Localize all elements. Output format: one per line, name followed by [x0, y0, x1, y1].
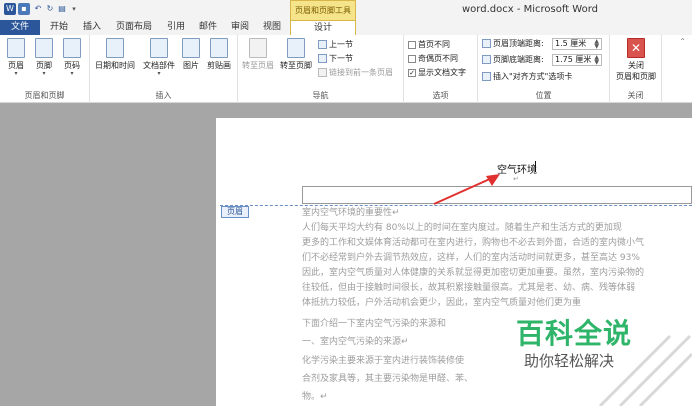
checkmark-icon: ✓ — [408, 68, 416, 77]
tab-file[interactable]: 文件 — [0, 20, 40, 35]
picture-icon — [182, 38, 200, 58]
tab-references[interactable]: 引用 — [162, 20, 190, 35]
undo-icon[interactable]: ↶ — [32, 3, 44, 15]
checkbox-icon — [408, 40, 416, 49]
insert-alignment-tab-button[interactable]: 插入"对齐方式"选项卡 — [482, 71, 572, 83]
page-number-button[interactable]: 页码 ▾ — [60, 38, 84, 77]
footer-distance-input[interactable]: 1.75 厘米 ▲ ▼ — [552, 54, 602, 66]
text-cursor — [535, 161, 536, 172]
footer-distance-icon — [482, 55, 491, 64]
group-label: 导航 — [312, 91, 329, 100]
goto-header-button[interactable]: 转至页眉 — [240, 38, 276, 71]
title-bar: W ▪ ↶ ↻ ▤ ▾ 页眉和页脚工具 word.docx - Microsof… — [0, 0, 692, 20]
body-line: 往较低，但由于接触时间很长，故其积累接触量很高。尤其是老、幼、病、残等体弱 — [302, 283, 636, 293]
link-to-previous-button[interactable]: 链接到前一条页眉 — [318, 67, 393, 79]
group-label: 关闭 — [627, 91, 644, 100]
body-line: 人们每天平均大约有 80%以上的时间在室内度过。随着生产和生活方式的更加现 — [302, 223, 622, 233]
group-position: 页眉顶端距离: 1.5 厘米 ▲ ▼ 页脚底端距离: 1.75 厘米 ▲ ▼ 插入"对齐… — [478, 35, 610, 103]
close-header-footer-button[interactable]: ✕ 关闭 页眉和页脚 — [612, 38, 660, 82]
goto-footer-icon — [287, 38, 305, 58]
group-options: 首页不同 奇偶页不同 ✓ 显示文档文字 选项 — [404, 35, 478, 103]
body-line: 更多的工作和文娱体育活动都可在室内进行，购物也不必去到外面，合适的室内微小气 — [302, 238, 645, 248]
context-tool-title: 页眉和页脚工具 — [290, 0, 356, 20]
redo-icon[interactable]: ↻ — [44, 3, 56, 15]
tab-review[interactable]: 审阅 — [226, 20, 254, 35]
collapse-ribbon-icon[interactable]: ⌃ — [679, 37, 686, 46]
tab-page-layout[interactable]: 页面布局 — [110, 20, 158, 35]
next-icon — [318, 54, 327, 63]
group-header-footer: 页眉 ▾ 页脚 ▾ 页码 ▾ 页眉和页脚 — [0, 35, 90, 103]
checkbox-icon — [408, 54, 416, 63]
spinner-icon[interactable]: ▲ ▼ — [594, 39, 599, 50]
quick-parts-button[interactable]: 文档部件 ▾ — [140, 38, 178, 77]
previous-section-button[interactable]: 上一节 — [318, 39, 353, 51]
clip-art-button[interactable]: 剪贴画 — [204, 38, 234, 71]
tab-mailings[interactable]: 邮件 — [194, 20, 222, 35]
show-document-text-checkbox[interactable]: ✓ 显示文档文字 — [408, 67, 466, 79]
different-odd-even-checkbox[interactable]: 奇偶页不同 — [408, 53, 458, 65]
footer-button[interactable]: 页脚 ▾ — [32, 38, 56, 77]
header-distance-label: 页眉顶端距离: — [482, 38, 544, 50]
group-label: 页眉和页脚 — [24, 91, 65, 100]
word-logo-icon: W — [4, 3, 16, 15]
alignment-tab-icon — [482, 72, 491, 81]
document-title: word.docx - Microsoft Word — [462, 4, 598, 15]
print-preview-icon[interactable]: ▤ — [56, 3, 68, 15]
watermark-title: 百科全说 — [516, 317, 633, 350]
header-icon — [7, 38, 25, 58]
header-distance-input[interactable]: 1.5 厘米 ▲ ▼ — [552, 38, 602, 50]
different-first-page-checkbox[interactable]: 首页不同 — [408, 39, 450, 51]
group-navigation: 转至页眉 转至页脚 上一节 下一节 链接到前一条页眉 导航 — [238, 35, 404, 103]
paragraph-mark: ↵ — [513, 175, 519, 183]
group-label: 位置 — [535, 91, 552, 100]
group-label: 选项 — [432, 91, 449, 100]
footer-distance-label: 页脚底端距离: — [482, 54, 544, 66]
next-section-button[interactable]: 下一节 — [318, 53, 353, 65]
tab-design[interactable]: 设计 — [290, 20, 356, 35]
page-number-icon — [63, 38, 81, 58]
group-label: 插入 — [155, 91, 172, 100]
customize-toolbar-icon[interactable]: ▾ — [68, 3, 80, 15]
previous-icon — [318, 40, 327, 49]
tab-insert[interactable]: 插入 — [78, 20, 106, 35]
header-tag: 页眉 — [221, 206, 249, 218]
link-icon — [318, 68, 327, 77]
ribbon-tabs: 文件 开始 插入 页面布局 引用 邮件 审阅 视图 设计 — [0, 20, 692, 35]
quick-parts-icon — [150, 38, 168, 58]
body-line: 室内空气环境的重要性↵ — [302, 208, 400, 218]
spinner-icon[interactable]: ▲ ▼ — [594, 55, 599, 66]
watermark-subtitle: 助你轻松解决 — [524, 352, 615, 370]
header-distance-icon — [482, 39, 491, 48]
annotation-arrow-icon — [433, 174, 500, 205]
clip-art-icon — [210, 38, 228, 58]
goto-header-icon — [249, 38, 267, 58]
picture-button[interactable]: 图片 — [180, 38, 202, 71]
footer-icon — [35, 38, 53, 58]
header-button[interactable]: 页眉 ▾ — [4, 38, 28, 77]
body-line: 因此，室内空气质量对人体健康的关系就显得更加密切更加重要。虽然，室内污染物的 — [302, 268, 645, 278]
tab-home[interactable]: 开始 — [44, 20, 74, 35]
close-icon: ✕ — [627, 38, 645, 58]
group-insert: 日期和时间 文档部件 ▾ 图片 剪贴画 插入 — [90, 35, 238, 103]
calendar-icon — [106, 38, 124, 58]
date-time-button[interactable]: 日期和时间 — [92, 38, 138, 71]
ribbon: 页眉 ▾ 页脚 ▾ 页码 ▾ 页眉和页脚 日期和时间 文档部件 ▾ 图片 剪贴画 插入 … — [0, 35, 692, 103]
save-icon[interactable]: ▪ — [18, 3, 30, 15]
group-close: ✕ 关闭 页眉和页脚 关闭 — [610, 35, 662, 103]
goto-footer-button[interactable]: 转至页脚 — [278, 38, 314, 71]
body-line: 们不必经常到户外去调节热效应，这样，人们的室内活动时间就更多，甚至高达 93% — [302, 253, 640, 263]
tab-view[interactable]: 视图 — [258, 20, 286, 35]
